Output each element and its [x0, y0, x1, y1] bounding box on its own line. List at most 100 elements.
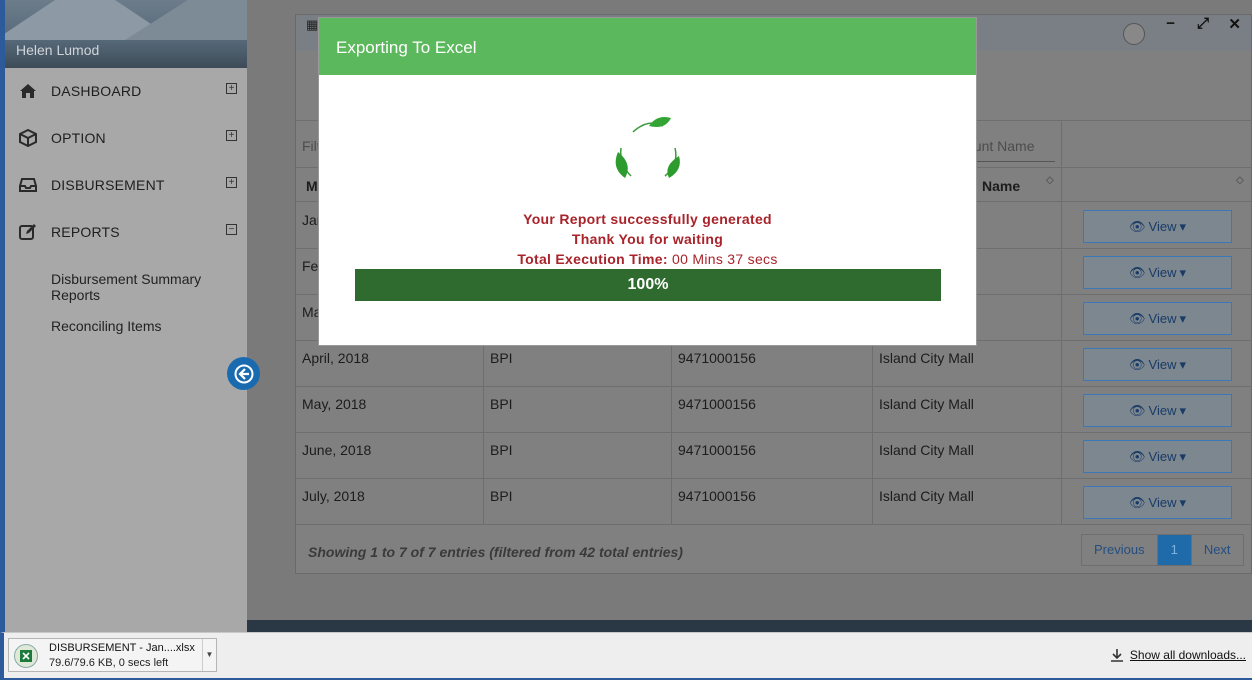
view-button[interactable]: 👁 View ▾ [1083, 394, 1232, 427]
sidebar-collapse-button[interactable] [227, 357, 260, 390]
caret-down-icon: ▾ [1179, 356, 1186, 372]
cell-account-name: Island City Mall [879, 442, 974, 458]
execution-time: Total Execution Time: 00 Mins 37 secs [319, 251, 976, 267]
sort-icon[interactable]: ◇ [1236, 176, 1244, 186]
column-header-month[interactable]: M [306, 178, 318, 194]
view-label: View [1148, 311, 1177, 326]
cell-account-name: Island City Mall [879, 488, 974, 504]
caret-down-icon: ▾ [1179, 402, 1186, 418]
pagination-page-1[interactable]: 1 [1157, 535, 1192, 565]
leaf-loader-icon [615, 117, 680, 178]
close-icon[interactable]: ✕ [1228, 15, 1241, 33]
sidebar-item-disbursement[interactable]: DISBURSEMENT + [5, 162, 247, 208]
pagination-next[interactable]: Next [1192, 535, 1243, 565]
view-button[interactable]: 👁 View ▾ [1083, 348, 1232, 381]
cell-month: April, 2018 [302, 350, 369, 366]
edit-icon [5, 223, 51, 241]
download-status: 79.6/79.6 KB, 0 secs left [49, 657, 169, 669]
cell-account-number: 9471000156 [678, 442, 756, 458]
cell-bank: BPI [490, 442, 513, 458]
footer-bar [247, 620, 1252, 632]
expand-icon[interactable]: + [226, 83, 237, 94]
cell-account-name: Island City Mall [879, 350, 974, 366]
cell-bank: BPI [490, 350, 513, 366]
sidebar-item-reports[interactable]: REPORTS − [5, 209, 247, 255]
view-label: View [1148, 495, 1177, 510]
minimize-icon[interactable]: − [1166, 15, 1175, 32]
eye-icon: 👁 [1129, 356, 1146, 372]
expand-icon[interactable]: + [226, 130, 237, 141]
pagination: Previous 1 Next [1081, 534, 1244, 566]
cell-month: Fe [302, 258, 319, 274]
table-row: June, 2018 BPI 9471000156 Island City Ma… [296, 433, 1251, 479]
view-button[interactable]: 👁 View ▾ [1083, 440, 1232, 473]
toggle-circle[interactable] [1123, 23, 1145, 45]
cell-account-name: Island City Mall [879, 396, 974, 412]
view-button[interactable]: 👁 View ▾ [1083, 486, 1232, 519]
execution-time-label: Total Execution Time: [517, 251, 668, 267]
banner-mountain [125, 0, 247, 40]
download-file-name: DISBURSEMENT - Jan....xlsx [49, 642, 195, 654]
cell-account-number: 9471000156 [678, 488, 756, 504]
show-all-downloads-link[interactable]: Show all downloads... [1110, 648, 1246, 662]
sidebar-item-dashboard[interactable]: DASHBOARD + [5, 68, 247, 114]
inbox-icon [5, 177, 51, 193]
progress-text: 100% [627, 276, 669, 293]
view-button[interactable]: 👁 View ▾ [1083, 302, 1232, 335]
excel-file-icon [14, 644, 38, 668]
view-label: View [1148, 265, 1177, 280]
table-row: July, 2018 BPI 9471000156 Island City Ma… [296, 479, 1251, 525]
cell-account-number: 9471000156 [678, 396, 756, 412]
cell-bank: BPI [490, 488, 513, 504]
export-modal: Exporting To Excel Your Report successfu… [318, 17, 977, 346]
eye-icon: 👁 [1129, 448, 1146, 464]
table-icon: ▦ [306, 17, 319, 32]
progress-bar: 100% [355, 269, 941, 301]
entries-info: Showing 1 to 7 of 7 entries (filtered fr… [308, 544, 683, 560]
sidebar: Helen Lumod DASHBOARD + OPTION + DISBURS… [0, 0, 247, 632]
view-label: View [1148, 403, 1177, 418]
view-button[interactable]: 👁 View ▾ [1083, 256, 1232, 289]
caret-down-icon: ▾ [1179, 310, 1186, 326]
caret-down-icon: ▾ [1179, 448, 1186, 464]
chevron-down-icon[interactable]: ▼ [202, 639, 216, 671]
pagination-previous[interactable]: Previous [1082, 535, 1158, 565]
collapse-icon[interactable]: − [226, 224, 237, 235]
view-label: View [1148, 357, 1177, 372]
sidebar-subitem-reconciling-items[interactable]: Reconciling Items [51, 318, 162, 334]
expand-icon[interactable]: + [226, 177, 237, 188]
success-message: Your Report successfully generated [523, 211, 772, 227]
user-name: Helen Lumod [16, 42, 100, 58]
expand-icon[interactable]: ⤢ [1197, 15, 1209, 32]
sidebar-item-label: DISBURSEMENT [51, 177, 165, 193]
column-header-account-name[interactable]: Name [982, 178, 1020, 194]
cell-month: June, 2018 [302, 442, 372, 458]
profile-banner: Helen Lumod [5, 0, 247, 68]
table-row: April, 2018 BPI 9471000156 Island City M… [296, 341, 1251, 387]
thank-you-message: Thank You for waiting [571, 231, 724, 247]
sidebar-item-label: OPTION [51, 130, 106, 146]
cell-bank: BPI [490, 396, 513, 412]
cell-month: July, 2018 [302, 488, 365, 504]
download-item[interactable]: DISBURSEMENT - Jan....xlsx 79.6/79.6 KB,… [8, 638, 217, 672]
download-icon [1110, 649, 1123, 662]
caret-down-icon: ▾ [1179, 218, 1186, 234]
show-all-downloads-label: Show all downloads... [1129, 648, 1246, 662]
view-button[interactable]: 👁 View ▾ [1083, 210, 1232, 243]
caret-down-icon: ▾ [1179, 494, 1186, 510]
sort-icon[interactable]: ◇ [1046, 176, 1054, 186]
modal-title: Exporting To Excel [319, 18, 976, 75]
cell-account-number: 9471000156 [678, 350, 756, 366]
eye-icon: 👁 [1129, 494, 1146, 510]
view-label: View [1148, 219, 1177, 234]
sidebar-item-option[interactable]: OPTION + [5, 115, 247, 161]
eye-icon: 👁 [1129, 310, 1146, 326]
arrow-left-icon [234, 364, 253, 383]
sidebar-item-label: REPORTS [51, 224, 120, 240]
home-icon [5, 83, 51, 99]
eye-icon: 👁 [1129, 218, 1146, 234]
sidebar-subitem-disbursement-summary[interactable]: Disbursement Summary Reports [51, 271, 221, 303]
caret-down-icon: ▾ [1179, 264, 1186, 280]
eye-icon: 👁 [1129, 264, 1146, 280]
view-label: View [1148, 449, 1177, 464]
